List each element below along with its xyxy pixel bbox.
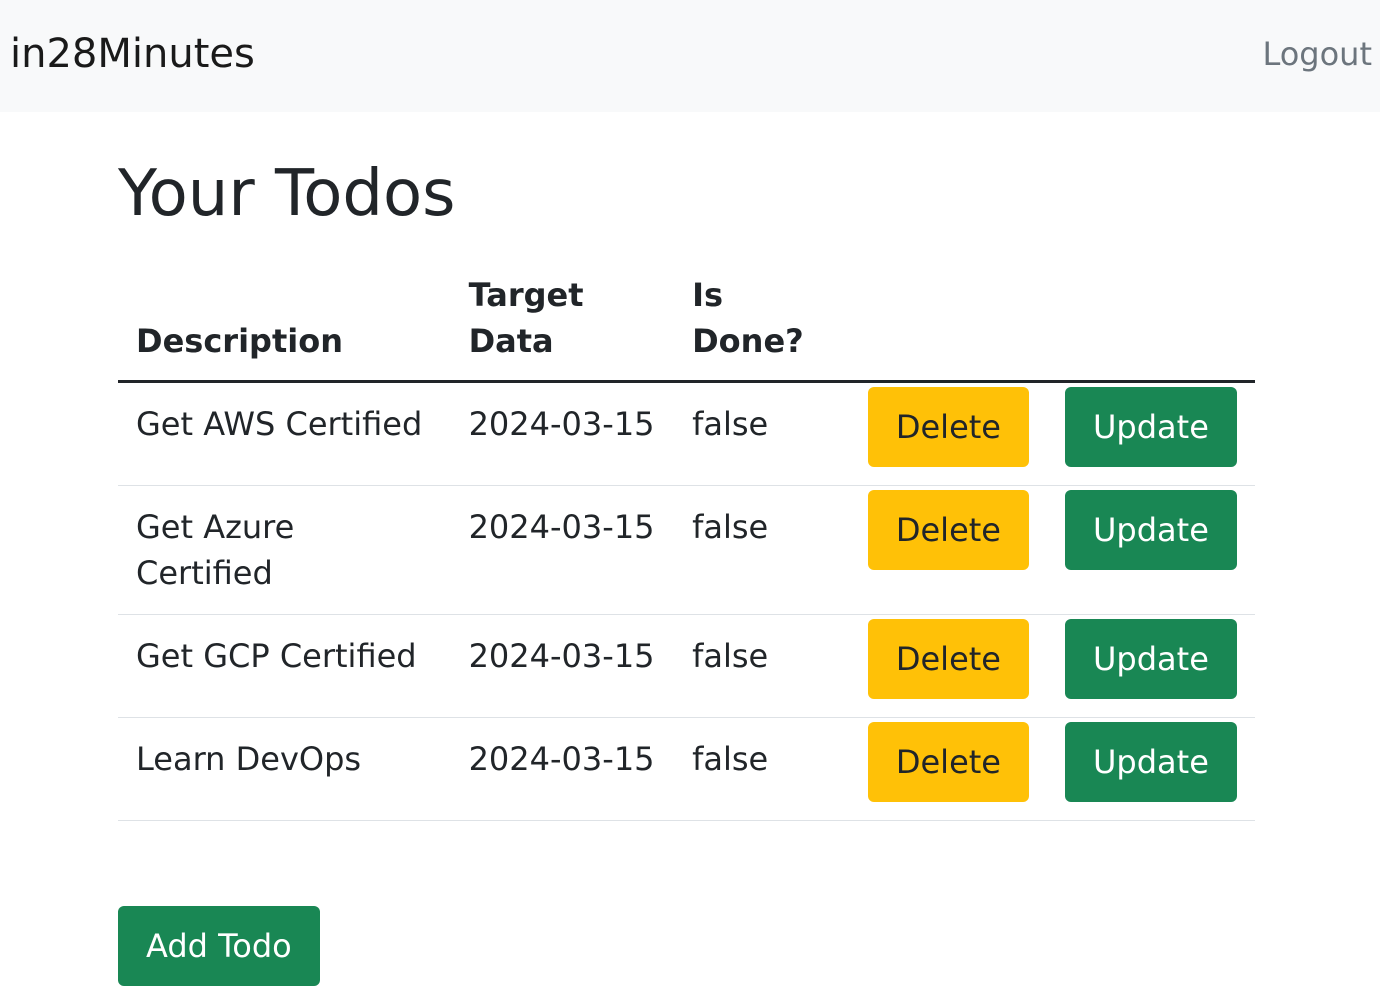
table-row: Learn DevOps 2024-03-15 false Delete Upd…: [118, 717, 1255, 821]
todo-target-date: 2024-03-15: [450, 717, 675, 821]
todo-description: Get Azure Certified: [118, 485, 451, 615]
column-header-description: Description: [118, 272, 451, 383]
table-header-row: Description Target Data Is Done?: [118, 272, 1255, 383]
update-button[interactable]: Update: [1064, 722, 1237, 802]
column-header-update: [1046, 272, 1255, 383]
delete-button[interactable]: Delete: [867, 722, 1029, 802]
brand-link[interactable]: in28Minutes: [10, 28, 255, 80]
delete-button[interactable]: Delete: [867, 387, 1029, 467]
update-button[interactable]: Update: [1064, 490, 1237, 570]
add-todo-button[interactable]: Add Todo: [118, 906, 320, 986]
column-header-delete: [849, 272, 1047, 383]
delete-button[interactable]: Delete: [867, 490, 1029, 570]
table-row: Get GCP Certified 2024-03-15 false Delet…: [118, 614, 1255, 718]
update-button[interactable]: Update: [1064, 387, 1237, 467]
todo-done-status: false: [674, 485, 850, 615]
column-header-is-done: Is Done?: [674, 272, 850, 383]
todo-target-date: 2024-03-15: [450, 485, 675, 615]
navbar: in28Minutes Logout: [0, 0, 1380, 112]
update-button[interactable]: Update: [1064, 619, 1237, 699]
delete-button[interactable]: Delete: [867, 619, 1029, 699]
logout-link[interactable]: Logout: [1262, 34, 1372, 74]
column-header-target-date: Target Data: [450, 272, 675, 383]
todo-done-status: false: [674, 717, 850, 821]
todo-done-status: false: [674, 381, 850, 486]
table-row: Get AWS Certified 2024-03-15 false Delet…: [118, 381, 1255, 486]
table-row: Get Azure Certified 2024-03-15 false Del…: [118, 485, 1255, 615]
todo-done-status: false: [674, 614, 850, 718]
todo-description: Get GCP Certified: [118, 614, 451, 718]
todo-target-date: 2024-03-15: [450, 614, 675, 718]
todo-description: Get AWS Certified: [118, 381, 451, 486]
page-title: Your Todos: [118, 157, 456, 231]
todo-target-date: 2024-03-15: [450, 381, 675, 486]
todo-description: Learn DevOps: [118, 717, 451, 821]
todos-table: Description Target Data Is Done? Get AWS…: [118, 272, 1255, 821]
